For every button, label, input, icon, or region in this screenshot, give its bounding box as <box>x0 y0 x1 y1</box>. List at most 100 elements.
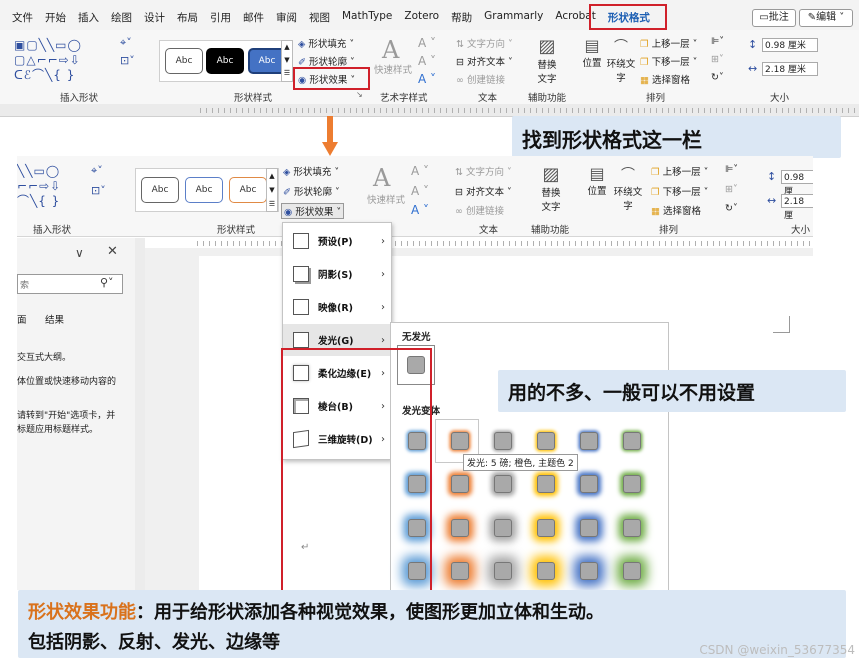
text-effects-icon-2[interactable]: A ˅ <box>411 203 429 217</box>
glow-variant-option[interactable] <box>451 562 469 580</box>
shape-fill-button[interactable]: ◈ 形状填充 ˅ <box>298 36 354 50</box>
alt-text-button-2[interactable]: ▨ 替换 文字 <box>537 164 565 213</box>
shape-styles-gallery-2[interactable]: Abc Abc Abc <box>135 168 279 212</box>
ribbon-tab[interactable]: 邮件 <box>237 10 270 25</box>
text-fill-icon-2[interactable]: A ˅ <box>411 164 429 178</box>
ribbon-tab[interactable]: 文件 <box>6 10 39 25</box>
text-direction-button[interactable]: ⇅ 文字方向 ˅ <box>456 36 513 50</box>
glow-variant-option[interactable] <box>537 432 555 450</box>
shape-effects-button-2[interactable]: ◉ 形状效果 ˅ <box>281 203 345 219</box>
edit-shape-icon-2[interactable]: ⌖˅ <box>91 164 103 178</box>
align-text-button[interactable]: ⊟ 对齐文本 ˅ <box>456 54 513 68</box>
glow-variant-option[interactable] <box>580 432 598 450</box>
position-button-2[interactable]: ▤ 位置 <box>585 164 609 197</box>
nav-tab-pages[interactable]: 面 <box>17 312 27 326</box>
ribbon-tab[interactable]: 审阅 <box>270 10 303 25</box>
text-direction-button-2[interactable]: ⇅ 文字方向 ˅ <box>455 164 512 178</box>
glow-variant-option[interactable] <box>494 475 512 493</box>
comment-button[interactable]: ▭批注 <box>752 9 796 27</box>
ribbon-tab[interactable]: 帮助 <box>445 10 478 25</box>
textbox-icon-2[interactable]: ⊡˅ <box>91 184 106 197</box>
create-link-button-2[interactable]: ∞ 创建链接 <box>455 203 504 217</box>
text-outline-icon-2[interactable]: A ˅ <box>411 184 429 198</box>
selection-pane-button[interactable]: ▦ 选择窗格 <box>640 72 690 86</box>
create-link-button[interactable]: ∞ 创建链接 <box>456 72 505 86</box>
rotate-icon[interactable]: ↻˅ <box>711 72 724 83</box>
glow-variant-option[interactable] <box>451 432 469 450</box>
group-icon-2[interactable]: ⊞˅ <box>725 184 738 195</box>
edit-shape-icon[interactable]: ⌖˅ <box>120 36 132 50</box>
rotate-icon-2[interactable]: ↻˅ <box>725 203 738 214</box>
bring-forward-button-2[interactable]: ❐ 上移一层 ˅ <box>651 164 708 178</box>
selection-pane-button-2[interactable]: ▦ 选择窗格 <box>651 203 701 217</box>
effects-menu-item[interactable]: 预设(P) › <box>283 225 391 257</box>
wrap-text-button-2[interactable]: ⌒ 环绕文 字 <box>613 164 643 212</box>
nav-close-icon[interactable]: ✕ <box>107 244 118 259</box>
ribbon-tab[interactable]: 视图 <box>303 10 336 25</box>
shape-fill-button-2[interactable]: ◈ 形状填充 ˅ <box>283 164 339 178</box>
ribbon-tab[interactable]: MathType <box>336 10 398 25</box>
align-text-button-2[interactable]: ⊟ 对齐文本 ˅ <box>455 184 512 198</box>
style2-outline-black[interactable]: Abc <box>141 177 179 203</box>
bring-forward-button[interactable]: ❐ 上移一层 ˅ <box>640 36 697 50</box>
glow-variant-option[interactable] <box>451 519 469 537</box>
ribbon-tab[interactable]: 绘图 <box>105 10 138 25</box>
ribbon-tab[interactable]: Zotero <box>398 10 445 25</box>
nav-collapse-chevron-icon[interactable]: ∨ <box>75 246 84 260</box>
ribbon-tab[interactable]: 引用 <box>204 10 237 25</box>
align-icon-2[interactable]: ⊫˅ <box>725 164 738 175</box>
ribbon-tab[interactable]: 设计 <box>138 10 171 25</box>
glow-variant-option[interactable] <box>494 562 512 580</box>
glow-variant-option[interactable] <box>623 519 641 537</box>
ribbon-tab[interactable]: 布局 <box>171 10 204 25</box>
dialog-launcher-icon[interactable]: ↘ <box>356 90 363 99</box>
send-backward-button-2[interactable]: ❐ 下移一层 ˅ <box>651 184 708 198</box>
glow-variant-option[interactable] <box>537 562 555 580</box>
effects-menu-item[interactable]: 映像(R) › <box>283 291 391 323</box>
glow-variant-option[interactable] <box>580 475 598 493</box>
glow-variant-option[interactable] <box>537 475 555 493</box>
wrap-text-button[interactable]: ⌒ 环绕文 字 <box>606 36 636 84</box>
glow-variant-option[interactable] <box>494 519 512 537</box>
textbox-icon[interactable]: ⊡˅ <box>120 54 135 67</box>
glow-variant-option[interactable] <box>580 519 598 537</box>
ribbon-tab[interactable]: 插入 <box>72 10 105 25</box>
text-outline-icon[interactable]: A ˅ <box>418 54 436 68</box>
nav-tab-results[interactable]: 结果 <box>45 312 64 326</box>
glow-variant-option[interactable] <box>580 562 598 580</box>
ribbon-tab[interactable]: 开始 <box>39 10 72 25</box>
align-icon[interactable]: ⊫˅ <box>711 36 724 47</box>
alt-text-button[interactable]: ▨ 替换 文字 <box>533 36 561 85</box>
group-icon[interactable]: ⊞˅ <box>711 54 724 65</box>
style2-outline-blue[interactable]: Abc <box>185 177 223 203</box>
glow-variant-option[interactable] <box>451 475 469 493</box>
style-fill-black[interactable]: Abc <box>206 48 244 74</box>
width-input[interactable]: 2.18 厘米 <box>762 62 818 76</box>
shape-styles-gallery[interactable]: Abc Abc Abc <box>159 40 293 82</box>
shapes-gallery[interactable]: ▣▢╲╲▭◯ ▢△⌐⌐⇨⇩ ᑕℰ⌒╲{ } <box>14 38 118 83</box>
text-effects-icon[interactable]: A ˅ <box>418 72 436 86</box>
glow-variant-option[interactable] <box>623 475 641 493</box>
glow-variant-option[interactable] <box>537 519 555 537</box>
gallery-scroll-2[interactable]: ▲ ▼ ☰ <box>266 168 278 212</box>
glow-variant-option[interactable] <box>623 562 641 580</box>
shape-outline-button-2[interactable]: ✐ 形状轮廓 ˅ <box>283 184 340 198</box>
wordart-a-icon[interactable]: A <box>382 36 399 64</box>
position-button[interactable]: ▤ 位置 <box>580 36 604 69</box>
glow-variant-option[interactable] <box>623 432 641 450</box>
shape-outline-button[interactable]: ✐ 形状轮廓 ˅ <box>298 54 355 68</box>
height-input[interactable]: 0.98 厘米 <box>762 38 818 52</box>
send-backward-button[interactable]: ❐ 下移一层 ˅ <box>640 54 697 68</box>
ribbon-tab[interactable]: Grammarly <box>478 10 549 25</box>
style-outline-black[interactable]: Abc <box>165 48 203 74</box>
style2-outline-orange[interactable]: Abc <box>229 177 267 203</box>
gallery-scroll[interactable]: ▲ ▼ ☰ <box>281 40 293 82</box>
effects-menu-item[interactable]: 阴影(S) › <box>283 258 391 290</box>
glow-variant-option[interactable] <box>494 432 512 450</box>
nav-search-input[interactable]: 索 ⚲˅ <box>17 274 123 294</box>
text-fill-icon[interactable]: A ˅ <box>418 36 436 50</box>
width-input-2[interactable]: 2.18 厘 <box>781 194 813 221</box>
wordart-a-icon-2[interactable]: A <box>373 164 390 192</box>
height-input-2[interactable]: 0.98 厘 <box>781 170 813 197</box>
edit-button[interactable]: ✎编辑 ˅ <box>799 9 853 27</box>
